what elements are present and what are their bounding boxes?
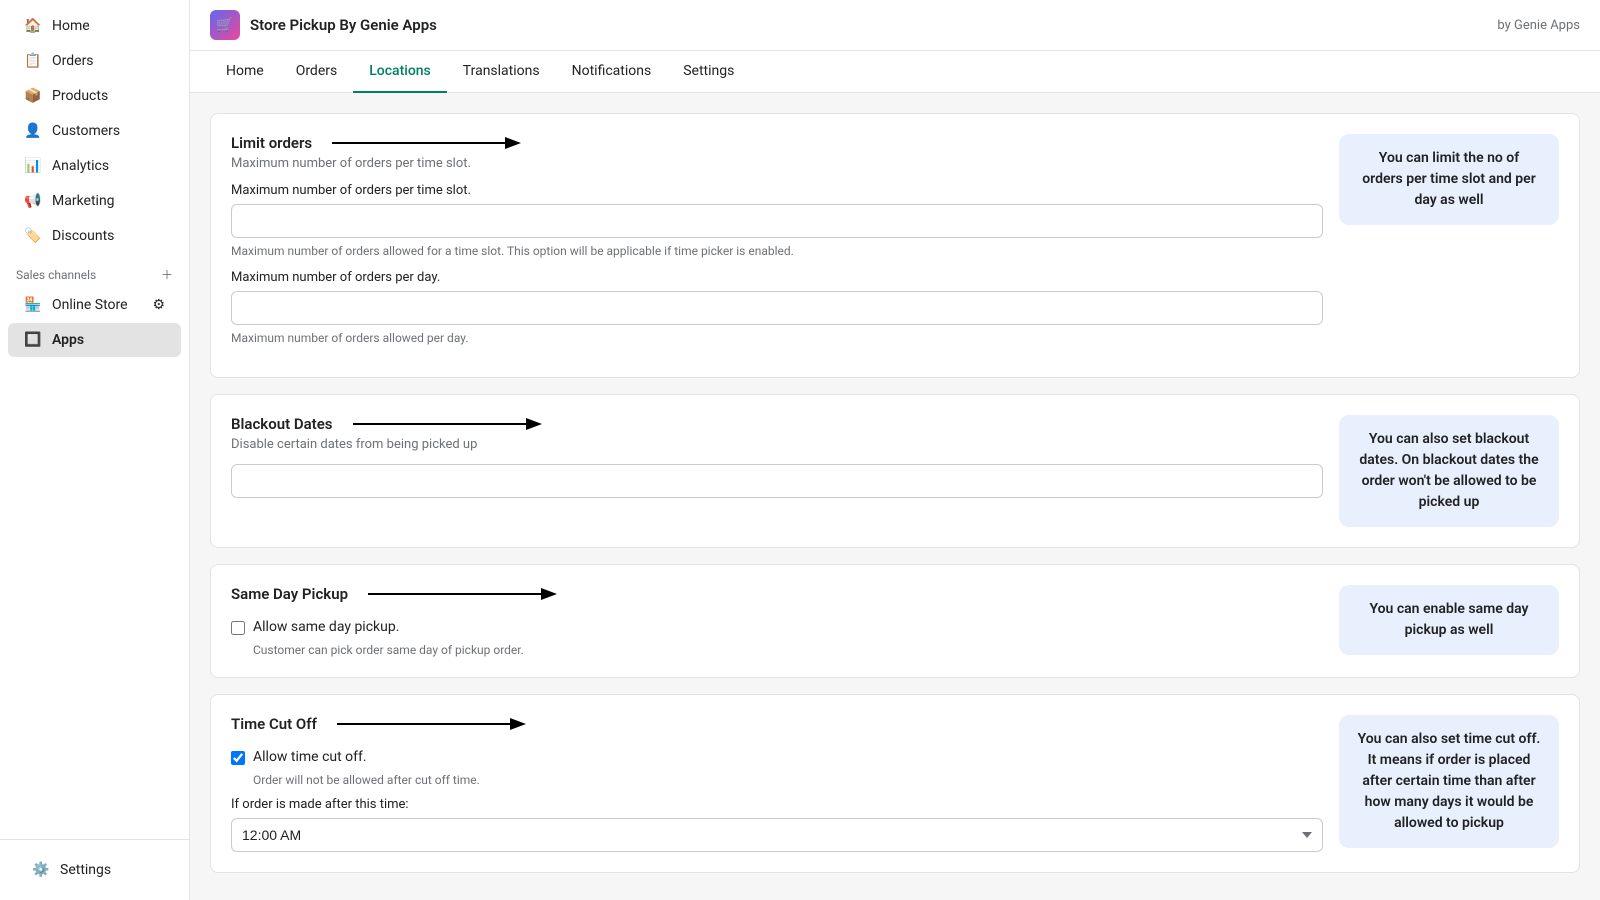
settings-icon: ⚙️	[32, 861, 50, 879]
same-day-checkbox[interactable]	[231, 621, 245, 635]
sidebar-footer: ⚙️ Settings	[0, 839, 189, 900]
sales-channels-label: Sales channels	[16, 268, 96, 282]
limit-orders-tooltip: You can limit the no of orders per time …	[1339, 134, 1559, 225]
tab-home[interactable]: Home	[210, 51, 280, 93]
time-cut-off-title: Time Cut Off	[231, 715, 317, 733]
sidebar-item-analytics[interactable]: 📊 Analytics	[8, 149, 181, 183]
if-order-label: If order is made after this time:	[231, 797, 1323, 812]
blackout-arrow	[353, 415, 553, 433]
sidebar-label-discounts: Discounts	[52, 228, 114, 244]
orders-icon: 📋	[24, 52, 42, 70]
customers-icon: 👤	[24, 122, 42, 140]
per-day-label: Maximum number of orders per day.	[231, 270, 1323, 285]
tab-nav: HomeOrdersLocationsTranslationsNotificat…	[190, 51, 1600, 93]
sidebar-label-marketing: Marketing	[52, 193, 115, 209]
blackout-dates-card: Blackout Dates Disable certain dates fro…	[210, 394, 1580, 548]
same-day-content: Same Day Pickup Allow same day pickup. C…	[231, 585, 1323, 657]
sidebar-item-settings[interactable]: ⚙️ Settings	[16, 853, 173, 887]
sidebar-item-online-store[interactable]: 🏪 Online Store ⚙	[8, 288, 181, 322]
same-day-tooltip: You can enable same day pickup as well	[1339, 585, 1559, 655]
settings-label: Settings	[60, 862, 111, 878]
time-cut-off-tooltip: You can also set time cut off. It means …	[1339, 715, 1559, 848]
online-store-settings-btn[interactable]: ⚙	[152, 297, 165, 313]
sidebar-item-home[interactable]: 🏠 Home	[8, 9, 181, 43]
products-icon: 📦	[24, 87, 42, 105]
app-icon: 🛒	[210, 10, 240, 40]
sidebar-label-apps: Apps	[52, 332, 84, 348]
blackout-dates-subtitle: Disable certain dates from being picked …	[231, 437, 1323, 452]
topbar: 🛒 Store Pickup By Genie Apps by Genie Ap…	[190, 0, 1600, 51]
limit-orders-subtitle: Maximum number of orders per time slot.	[231, 156, 1323, 171]
per-slot-label: Maximum number of orders per time slot.	[231, 183, 1323, 198]
main-content: 🛒 Store Pickup By Genie Apps by Genie Ap…	[190, 0, 1600, 900]
tab-settings[interactable]: Settings	[667, 51, 750, 93]
sidebar-item-orders[interactable]: 📋 Orders	[8, 44, 181, 78]
sidebar-label-analytics: Analytics	[52, 158, 109, 174]
time-cut-off-content: Time Cut Off Allow time cut off. Order w…	[231, 715, 1323, 852]
sidebar-label-products: Products	[52, 88, 108, 104]
add-sales-channel-btn[interactable]: ＋	[161, 266, 173, 283]
same-day-checkbox-row: Allow same day pickup.	[231, 619, 1323, 635]
blackout-dates-input[interactable]	[231, 464, 1323, 498]
sales-channels-title: Sales channels ＋	[0, 254, 189, 287]
limit-orders-content: Limit orders Maximum number of orders pe…	[231, 134, 1323, 357]
time-cut-off-checkbox-label[interactable]: Allow time cut off.	[253, 749, 367, 765]
sidebar-item-customers[interactable]: 👤 Customers	[8, 114, 181, 148]
per-day-input[interactable]	[231, 291, 1323, 325]
tab-translations[interactable]: Translations	[447, 51, 556, 93]
same-day-pickup-card: Same Day Pickup Allow same day pickup. C…	[210, 564, 1580, 678]
limit-orders-card: Limit orders Maximum number of orders pe…	[210, 113, 1580, 378]
per-slot-help: Maximum number of orders allowed for a t…	[231, 244, 1323, 258]
time-cut-off-help: Order will not be allowed after cut off …	[253, 773, 1323, 787]
time-cut-off-checkbox-row: Allow time cut off.	[231, 749, 1323, 765]
sidebar-item-discounts[interactable]: 🏷️ Discounts	[8, 219, 181, 253]
sidebar-label-orders: Orders	[52, 53, 94, 69]
same-day-title: Same Day Pickup	[231, 585, 348, 603]
discounts-icon: 🏷️	[24, 227, 42, 245]
time-cut-off-checkbox[interactable]	[231, 751, 245, 765]
time-select[interactable]: 12:00 AM 1:00 AM 2:00 AM 3:00 AM 6:00 AM…	[231, 818, 1323, 852]
sidebar-item-products[interactable]: 📦 Products	[8, 79, 181, 113]
home-icon: 🏠	[24, 17, 42, 35]
sidebar-nav: 🏠 Home 📋 Orders 📦 Products 👤 Customers 📊…	[0, 0, 189, 839]
online-store-label: Online Store	[52, 297, 128, 313]
topbar-by: by Genie Apps	[1497, 18, 1580, 33]
per-slot-input[interactable]	[231, 204, 1323, 238]
app-title: Store Pickup By Genie Apps	[250, 16, 437, 34]
time-cut-off-arrow	[337, 715, 537, 733]
apps-icon: 🔲	[24, 331, 42, 349]
tab-locations[interactable]: Locations	[353, 51, 447, 93]
analytics-icon: 📊	[24, 157, 42, 175]
limit-orders-arrow	[332, 134, 532, 152]
sidebar-item-apps[interactable]: 🔲 Apps	[8, 323, 181, 357]
online-store-icon: 🏪	[24, 296, 42, 314]
topbar-left: 🛒 Store Pickup By Genie Apps	[210, 10, 437, 40]
blackout-dates-tooltip: You can also set blackout dates. On blac…	[1339, 415, 1559, 527]
marketing-icon: 📢	[24, 192, 42, 210]
per-day-help: Maximum number of orders allowed per day…	[231, 331, 1323, 345]
sidebar-item-marketing[interactable]: 📢 Marketing	[8, 184, 181, 218]
tab-notifications[interactable]: Notifications	[556, 51, 668, 93]
time-cut-off-card: Time Cut Off Allow time cut off. Order w…	[210, 694, 1580, 873]
limit-orders-title: Limit orders	[231, 134, 312, 152]
same-day-help: Customer can pick order same day of pick…	[253, 643, 1323, 657]
sidebar-label-home: Home	[52, 18, 90, 34]
tab-orders[interactable]: Orders	[280, 51, 354, 93]
blackout-dates-title: Blackout Dates	[231, 415, 333, 433]
same-day-arrow	[368, 585, 568, 603]
page-content: Limit orders Maximum number of orders pe…	[190, 93, 1600, 900]
sidebar-label-customers: Customers	[52, 123, 120, 139]
same-day-checkbox-label[interactable]: Allow same day pickup.	[253, 619, 399, 635]
sidebar: 🏠 Home 📋 Orders 📦 Products 👤 Customers 📊…	[0, 0, 190, 900]
blackout-dates-content: Blackout Dates Disable certain dates fro…	[231, 415, 1323, 504]
